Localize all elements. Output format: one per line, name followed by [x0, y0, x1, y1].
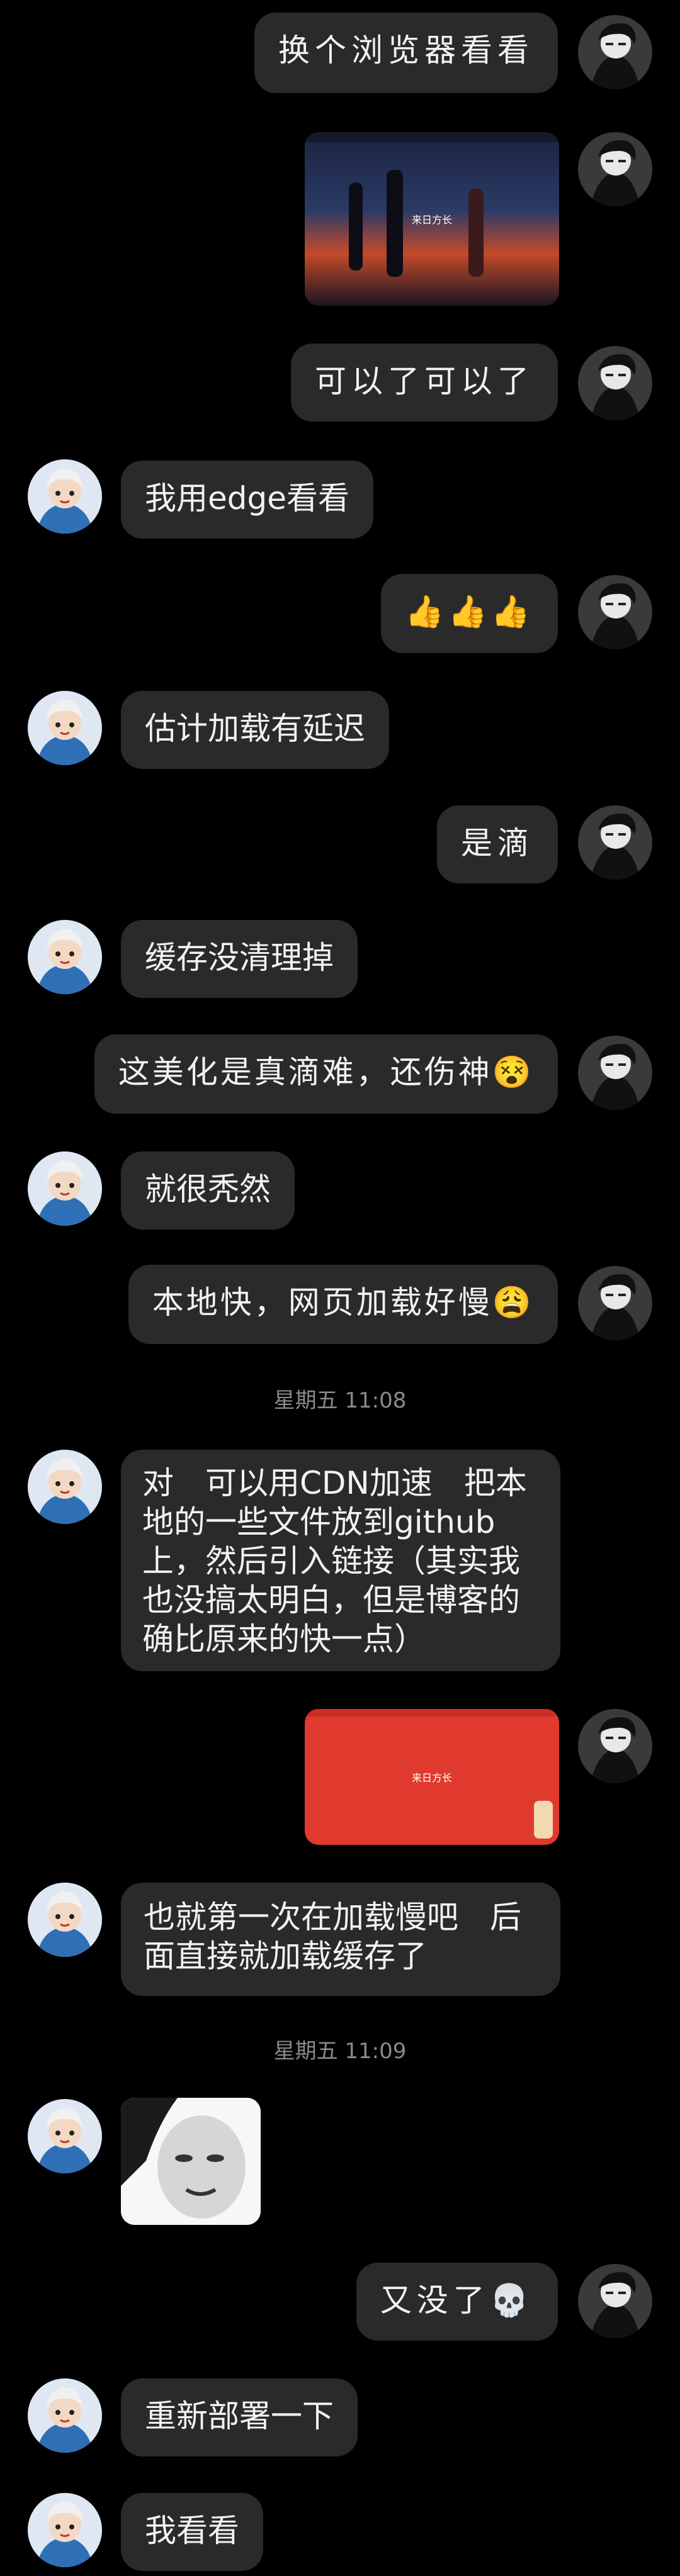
message-bubble[interactable]: 👍👍👍	[381, 574, 558, 653]
sidebar-figure	[534, 1801, 553, 1839]
my-avatar[interactable]	[578, 346, 652, 420]
contact-avatar[interactable]	[28, 459, 102, 534]
my-avatar[interactable]	[578, 805, 652, 880]
image-message-anime-wallpaper[interactable]: 来日方长	[305, 132, 559, 306]
my-avatar[interactable]	[578, 1709, 652, 1783]
message-bubble[interactable]: 也就第一次在加载慢吧 后面直接就加载缓存了	[121, 1883, 560, 1996]
my-avatar[interactable]	[578, 575, 652, 649]
meme-face-icon	[121, 2098, 261, 2225]
my-avatar[interactable]	[578, 1266, 652, 1340]
message-bubble[interactable]: 缓存没清理掉	[121, 920, 358, 998]
character-silhouette	[349, 182, 363, 271]
my-avatar[interactable]	[578, 1036, 652, 1110]
contact-avatar[interactable]	[28, 1450, 102, 1524]
wallpaper-caption: 来日方长	[411, 214, 453, 226]
message-bubble[interactable]: 可以了可以了	[291, 344, 558, 422]
contact-avatar[interactable]	[28, 920, 102, 994]
my-avatar[interactable]	[578, 15, 652, 89]
contact-avatar[interactable]	[28, 2378, 102, 2453]
image-message-red-blog[interactable]: 来日方长	[305, 1709, 559, 1845]
message-bubble[interactable]: 又没了💀	[356, 2263, 558, 2341]
message-bubble[interactable]: 就很秃然	[121, 1151, 295, 1229]
contact-avatar[interactable]	[28, 2493, 102, 2567]
contact-avatar[interactable]	[28, 691, 102, 765]
message-bubble[interactable]: 换个浏览器看看	[254, 13, 558, 93]
message-bubble[interactable]: 是滴	[437, 805, 558, 883]
blog-caption: 来日方长	[411, 1772, 453, 1784]
browser-toolbar	[305, 1709, 559, 1716]
my-avatar[interactable]	[578, 2264, 652, 2338]
message-bubble[interactable]: 我用edge看看	[121, 461, 373, 539]
timestamp: 星期五 11:09	[273, 2039, 407, 2064]
browser-toolbar	[305, 132, 559, 142]
character-silhouette	[387, 170, 403, 277]
meme-sticker[interactable]	[121, 2098, 261, 2225]
message-bubble[interactable]: 我看看	[121, 2493, 263, 2571]
message-bubble[interactable]: 这美化是真滴难，还伤神😵	[94, 1034, 558, 1114]
character-silhouette	[468, 189, 484, 277]
message-bubble[interactable]: 估计加载有延迟	[121, 691, 389, 769]
my-avatar[interactable]	[578, 132, 652, 206]
message-bubble[interactable]: 本地快，网页加载好慢😩	[128, 1265, 558, 1344]
message-bubble[interactable]: 重新部署一下	[121, 2378, 358, 2456]
timestamp: 星期五 11:08	[273, 1388, 407, 1413]
contact-avatar[interactable]	[28, 1883, 102, 1957]
contact-avatar[interactable]	[28, 2099, 102, 2173]
message-bubble[interactable]: 对 可以用CDN加速 把本地的一些文件放到github上，然后引入链接（其实我也…	[121, 1450, 560, 1671]
contact-avatar[interactable]	[28, 1151, 102, 1226]
